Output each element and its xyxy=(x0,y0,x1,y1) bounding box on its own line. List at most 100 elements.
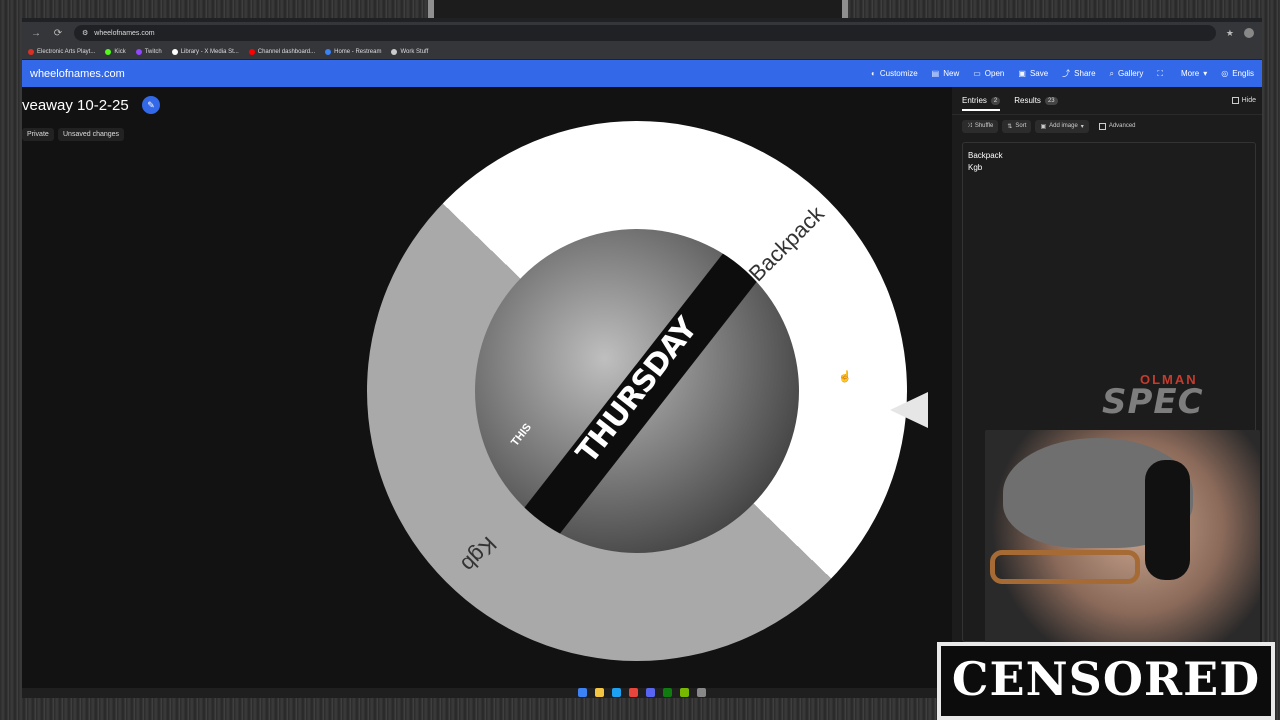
add-image-button[interactable]: ▣ Add image ▾ xyxy=(1035,119,1089,133)
nav-label: Englis xyxy=(1232,69,1254,78)
site-info-icon[interactable]: ⚙ xyxy=(82,29,88,37)
sort-icon: ⇅ xyxy=(1007,123,1013,130)
bookmark-item[interactable]: Kick xyxy=(105,48,126,55)
sort-button[interactable]: ⇅ Sort xyxy=(1002,119,1032,133)
chevron-down-icon: ▾ xyxy=(1203,69,1208,78)
entry-line: Kgb xyxy=(968,163,983,172)
site-navbar: wheelofnames.com ◐ Customize ▤ New ▭ Open ▣ Sav… xyxy=(22,60,1262,87)
search-icon: ⌕ xyxy=(1109,68,1115,78)
bookmarks-bar: Electronic Arts Playt... Kick Twitch Librar… xyxy=(22,44,1262,60)
censored-banner: CENSORED xyxy=(937,642,1275,720)
hand-cursor-icon: ☝ xyxy=(838,371,852,383)
bookmark-favicon-icon xyxy=(135,48,142,55)
hide-label: Hide xyxy=(1241,97,1256,104)
share-icon: ⤴ xyxy=(1062,69,1071,78)
hide-toggle[interactable]: Hide xyxy=(1231,97,1256,104)
center-text: THURSDAY xyxy=(569,311,705,471)
wheel-pointer xyxy=(890,392,928,428)
wheel-center-image[interactable]: THURSDAY THIS xyxy=(475,229,799,553)
nav-label: Gallery xyxy=(1118,69,1144,78)
shuffle-label: Shuffle xyxy=(974,123,994,129)
globe-icon: ◎ xyxy=(1221,69,1229,78)
nav-item[interactable]: ▤ New xyxy=(932,69,960,78)
bookmark-item[interactable]: Channel dashboard... xyxy=(248,48,316,55)
edit-title-button[interactable]: ✎ xyxy=(142,96,160,114)
bookmark-item[interactable]: Work Stuff xyxy=(391,48,429,55)
private-chip[interactable]: Private xyxy=(22,128,54,141)
bookmark-favicon-icon xyxy=(248,48,255,55)
start-icon[interactable] xyxy=(578,688,587,697)
webcam-headset xyxy=(1145,460,1190,580)
bookmark-label: Electronic Arts Playt... xyxy=(37,48,96,55)
center-small-text: THIS xyxy=(509,421,534,449)
fullscreen-icon: ⛶ xyxy=(1157,68,1163,78)
bookmark-favicon-icon xyxy=(325,48,332,55)
bookmark-label: Library - X Media St... xyxy=(180,48,239,55)
bookmark-favicon-icon xyxy=(28,48,34,55)
bookmark-star-icon[interactable]: ★ xyxy=(1226,28,1234,39)
chevron-down-icon: ▾ xyxy=(1080,123,1084,130)
streamer-logo: OLMAN SPEC xyxy=(1100,372,1245,422)
folder-icon: ▭ xyxy=(973,69,981,78)
censored-text: CENSORED xyxy=(951,652,1261,706)
webcam-glasses xyxy=(990,550,1140,584)
add-image-label: Add image xyxy=(1049,123,1078,129)
nav-item[interactable]: ⤴ Share xyxy=(1062,68,1095,79)
forward-icon[interactable]: → xyxy=(30,28,42,39)
sort-label: Sort xyxy=(1015,123,1027,129)
wheel[interactable]: Backpack Kgb THURSDAY THIS xyxy=(367,121,907,661)
site-logo[interactable]: wheelofnames.com xyxy=(30,68,125,80)
nav-label: Share xyxy=(1074,69,1096,78)
app-icon[interactable] xyxy=(697,688,706,697)
unsaved-chip: Unsaved changes xyxy=(58,128,125,141)
bookmark-item[interactable]: Electronic Arts Playt... xyxy=(28,48,96,55)
profile-avatar[interactable] xyxy=(1244,28,1254,38)
bookmark-label: Channel dashboard... xyxy=(257,48,316,55)
tab-results[interactable]: Results 23 xyxy=(1014,96,1058,105)
nav-label: More xyxy=(1180,69,1200,78)
nav-item[interactable]: ▣ Save xyxy=(1018,69,1048,78)
tab-entries[interactable]: Entries 2 xyxy=(962,96,1001,111)
bookmark-label: Work Stuff xyxy=(400,48,429,55)
discord-icon[interactable] xyxy=(646,688,655,697)
nav-label: Save xyxy=(1029,69,1049,78)
nvidia-icon[interactable] xyxy=(680,688,689,697)
shuffle-button[interactable]: ⤨ Shuffle xyxy=(962,119,999,133)
edge-icon[interactable] xyxy=(612,688,621,697)
bookmark-item[interactable]: Twitch xyxy=(135,48,162,55)
nav-item[interactable]: ⌕ Gallery xyxy=(1110,69,1144,79)
nav-item[interactable]: ◎ Englis xyxy=(1221,69,1254,78)
nav-item[interactable]: More ▾ xyxy=(1181,69,1207,78)
nav-item[interactable]: ▭ Open xyxy=(973,69,1004,78)
bookmark-label: Twitch xyxy=(144,48,162,55)
nav-label: Open xyxy=(984,69,1005,78)
bookmark-item[interactable]: Home - Restream xyxy=(325,48,381,55)
new-file-icon: ▤ xyxy=(931,69,940,78)
bookmark-item[interactable]: Library - X Media St... xyxy=(171,48,239,55)
entry-tools: ⤨ Shuffle ⇅ Sort ▣ Add image ▾ Advanced xyxy=(952,115,1262,137)
hide-checkbox[interactable] xyxy=(1231,97,1239,104)
webcam-overlay xyxy=(985,430,1260,645)
explorer-icon[interactable] xyxy=(595,688,604,697)
advanced-label: Advanced xyxy=(1108,123,1136,129)
browser-toolbar: → ⟳ ⚙ wheelofnames.com ★ xyxy=(22,22,1262,44)
image-icon: ▣ xyxy=(1040,123,1047,130)
palette-icon: ◐ xyxy=(871,69,876,78)
reload-icon[interactable]: ⟳ xyxy=(52,28,64,39)
nav-item[interactable]: ⛶ xyxy=(1157,69,1167,79)
address-bar[interactable]: ⚙ wheelofnames.com xyxy=(74,25,1216,41)
site-nav: ◐ Customize ▤ New ▭ Open ▣ Save ⤴ Share ⌕ Gallery ⛶ M… xyxy=(871,68,1254,79)
nav-label: New xyxy=(943,69,960,78)
bookmark-favicon-icon xyxy=(105,48,112,55)
bookmark-favicon-icon xyxy=(391,48,398,55)
logo-main-text: SPEC xyxy=(1102,382,1204,422)
advanced-checkbox[interactable] xyxy=(1098,122,1106,130)
save-icon: ▣ xyxy=(1018,69,1026,78)
chrome-icon[interactable] xyxy=(629,688,638,697)
xbox-icon[interactable] xyxy=(663,688,672,697)
nav-item[interactable]: ◐ Customize xyxy=(871,69,918,78)
advanced-toggle[interactable]: Advanced xyxy=(1098,122,1136,130)
tab-results-label: Results xyxy=(1014,96,1041,105)
panel-tabs: Entries 2 Results 23 Hide xyxy=(952,87,1262,115)
entries-count-badge: 2 xyxy=(990,96,1001,105)
